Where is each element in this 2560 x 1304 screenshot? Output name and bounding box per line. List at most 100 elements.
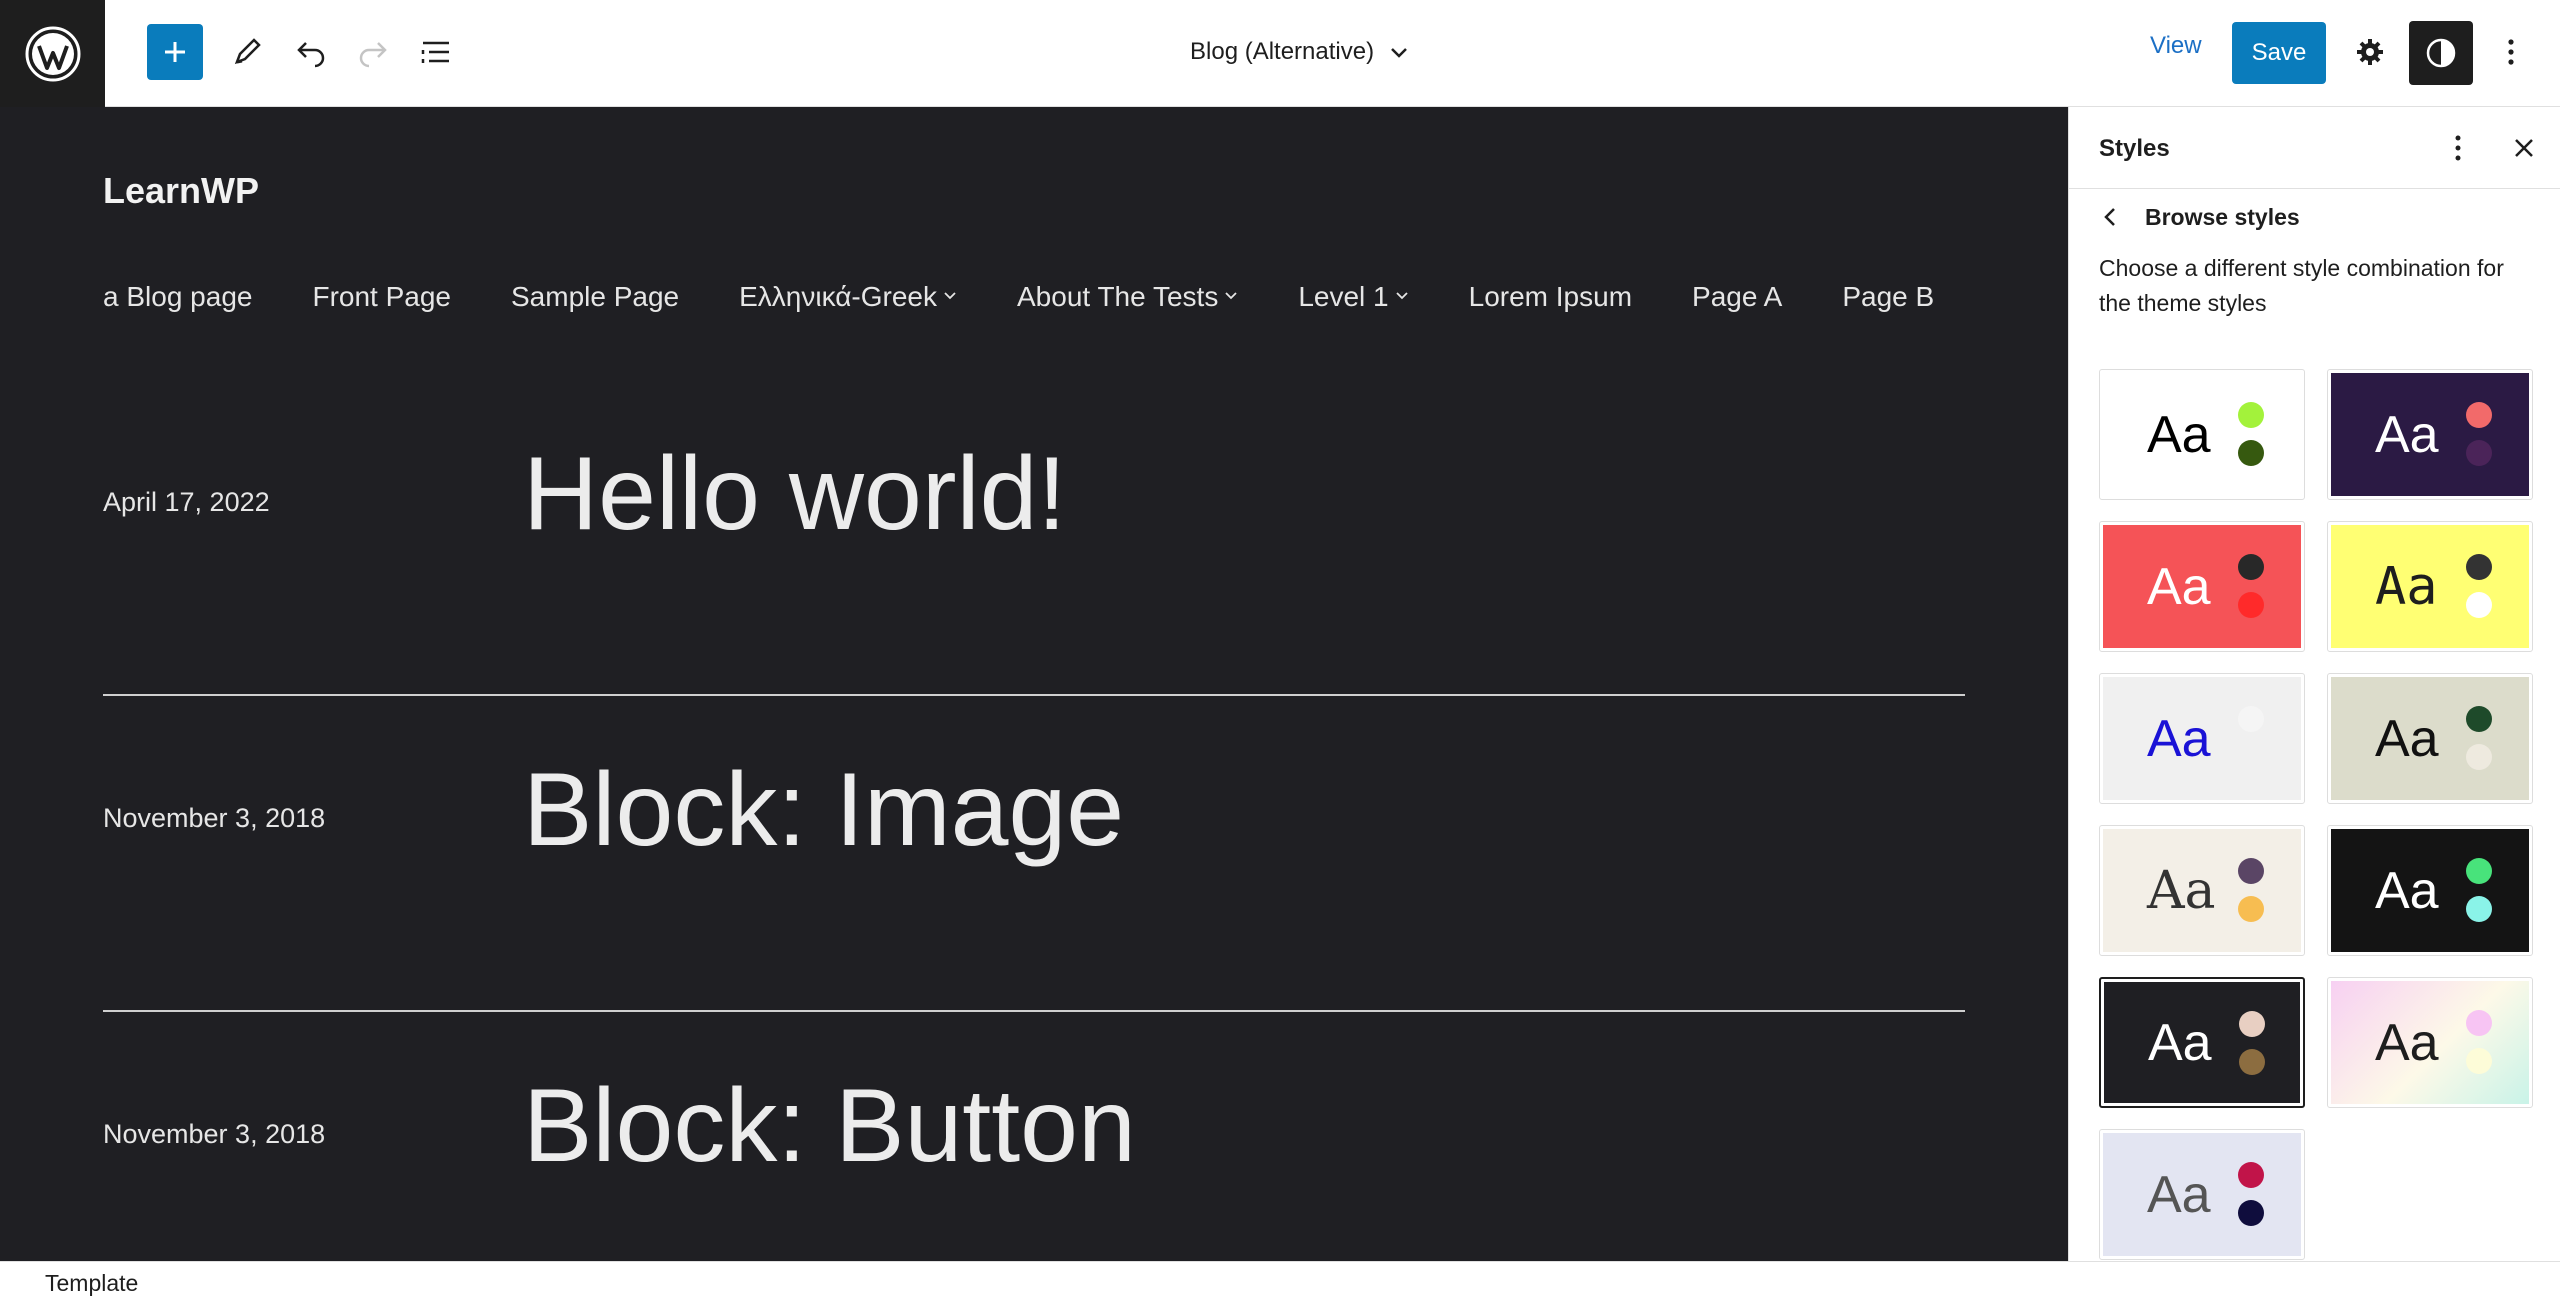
pencil-icon <box>234 38 261 65</box>
style-variation-card[interactable]: Aa <box>2099 977 2305 1108</box>
nav-item-label: Level 1 <box>1298 281 1389 312</box>
nav-item[interactable]: About The Tests <box>1017 281 1238 313</box>
style-preview-sample-text: Aa <box>2375 556 2438 617</box>
chevron-down-icon <box>1391 48 1407 58</box>
palette-swatch <box>2466 1010 2492 1036</box>
nav-item-label: Ελληνικά-Greek <box>739 281 937 312</box>
post-date[interactable]: November 3, 2018 <box>103 1119 325 1150</box>
plus-icon <box>165 42 185 62</box>
palette-swatch <box>2466 896 2492 922</box>
palette-swatch <box>2238 554 2264 580</box>
style-variation-card[interactable]: Aa <box>2327 977 2533 1108</box>
nav-item[interactable]: Sample Page <box>511 281 679 313</box>
chevron-down-icon <box>1224 288 1238 307</box>
styles-sidebar: Styles Browse styles Choose a different … <box>2068 107 2560 1261</box>
post-date[interactable]: April 17, 2022 <box>103 487 270 518</box>
style-variation-preview: Aa <box>2103 829 2301 952</box>
style-variation-card[interactable]: Aa <box>2099 825 2305 956</box>
style-variation-card[interactable]: Aa <box>2327 673 2533 804</box>
nav-item[interactable]: Lorem Ipsum <box>1469 281 1632 313</box>
style-preview-sample-text: Aa <box>2375 861 2439 920</box>
style-preview-sample-text: Aa <box>2147 557 2211 616</box>
style-preview-sample-text: Aa <box>2375 405 2439 464</box>
style-variation-card[interactable]: Aa <box>2099 1129 2305 1260</box>
settings-button[interactable] <box>2342 24 2398 80</box>
palette-swatch <box>2466 706 2492 732</box>
wordpress-icon <box>25 26 80 81</box>
palette-swatch <box>2466 554 2492 580</box>
styles-button[interactable] <box>2409 21 2473 85</box>
redo-button[interactable] <box>345 24 401 80</box>
save-button[interactable]: Save <box>2232 22 2326 84</box>
post-title[interactable]: Hello world! <box>523 435 1066 554</box>
nav-item[interactable]: a Blog page <box>103 281 252 313</box>
nav-item-label: Page B <box>1842 281 1935 312</box>
style-variation-card[interactable]: Aa <box>2327 369 2533 500</box>
style-variation-preview: Aa <box>2103 1133 2301 1256</box>
post-title[interactable]: Block: Button <box>523 1067 1136 1186</box>
wordpress-logo-button[interactable] <box>0 0 105 107</box>
editor-canvas[interactable]: LearnWP a Blog page Front Page Sample Page… <box>0 107 2068 1261</box>
sidebar-title: Styles <box>2099 135 2170 162</box>
nav-item-label: a Blog page <box>103 281 253 312</box>
palette-swatch <box>2466 592 2492 618</box>
more-vertical-icon <box>2455 135 2461 161</box>
close-icon <box>2515 139 2533 157</box>
browse-styles-header: Browse styles <box>2099 195 2300 239</box>
style-preview-sample-text: Aa <box>2147 1165 2211 1224</box>
nav-item-label: Lorem Ipsum <box>1468 281 1633 312</box>
separator <box>103 1010 1965 1012</box>
editor-toolbar: Blog (Alternative) View Save <box>0 0 2560 107</box>
style-variation-card[interactable]: Aa <box>2099 673 2305 804</box>
style-variation-card[interactable]: Aa <box>2327 521 2533 652</box>
palette-swatch <box>2466 402 2492 428</box>
style-variation-card[interactable]: Aa <box>2099 369 2305 500</box>
add-block-button[interactable] <box>147 24 203 80</box>
navigation-menu: a Blog page Front Page Sample Page Ελληνικά… <box>103 281 1994 313</box>
nav-item[interactable]: Level 1 <box>1298 281 1408 313</box>
sidebar-header: Styles <box>2069 107 2560 189</box>
block-breadcrumb-bar: Template <box>0 1261 2560 1304</box>
edit-tool-button[interactable] <box>219 24 275 80</box>
palette-swatch <box>2466 1048 2492 1074</box>
post-title[interactable]: Block: Image <box>523 751 1124 870</box>
style-variation-preview: Aa <box>2103 373 2301 496</box>
palette-swatch <box>2238 858 2264 884</box>
gear-icon <box>2357 39 2383 65</box>
separator <box>103 694 1965 696</box>
palette-swatch <box>2466 858 2492 884</box>
palette-swatch <box>2238 402 2264 428</box>
palette-swatch <box>2239 1049 2265 1075</box>
style-variation-card[interactable]: Aa <box>2327 825 2533 956</box>
styles-actions-button[interactable] <box>2437 127 2479 169</box>
breadcrumb-template[interactable]: Template <box>45 1270 138 1297</box>
palette-swatch <box>2238 440 2264 466</box>
nav-item[interactable]: Ελληνικά-Greek <box>739 281 957 313</box>
document-title-dropdown[interactable]: Blog (Alternative) <box>1190 30 1410 74</box>
undo-icon <box>297 42 325 68</box>
nav-item[interactable]: Page B <box>1842 281 1934 313</box>
nav-item[interactable]: Front Page <box>312 281 451 313</box>
back-button[interactable] <box>2099 205 2123 229</box>
palette-swatch <box>2238 1162 2264 1188</box>
undo-button[interactable] <box>283 24 339 80</box>
style-preview-sample-text: Aa <box>2375 709 2439 768</box>
browse-styles-description: Choose a different style combination for… <box>2099 255 2504 316</box>
site-title[interactable]: LearnWP <box>103 170 259 212</box>
style-variation-preview: Aa <box>2331 525 2529 648</box>
nav-item[interactable]: Page A <box>1692 281 1782 313</box>
style-variation-card[interactable]: Aa <box>2099 521 2305 652</box>
chevron-down-icon <box>1395 288 1409 307</box>
contrast-icon <box>2426 38 2456 68</box>
palette-swatch <box>2238 706 2264 732</box>
options-menu-button[interactable] <box>2483 24 2539 80</box>
palette-swatch <box>2238 744 2264 770</box>
style-preview-sample-text: Aa <box>2147 709 2211 768</box>
style-preview-sample-text: Aa <box>2147 405 2211 464</box>
view-link[interactable]: View <box>2150 32 2202 60</box>
post-date[interactable]: November 3, 2018 <box>103 803 325 834</box>
close-sidebar-button[interactable] <box>2503 127 2545 169</box>
style-variation-preview: Aa <box>2103 525 2301 648</box>
chevron-down-icon <box>943 288 957 307</box>
list-view-button[interactable] <box>408 24 464 80</box>
